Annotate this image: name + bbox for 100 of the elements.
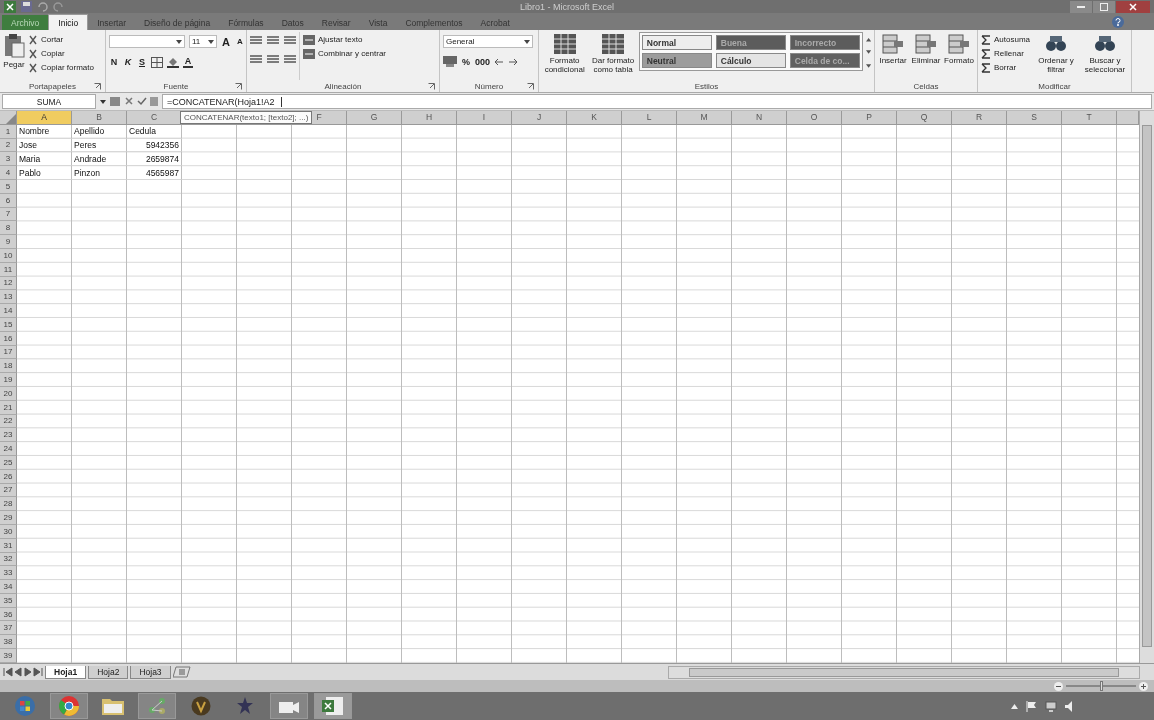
column-header[interactable]: J <box>512 111 567 125</box>
row-header[interactable]: 28 <box>0 497 17 512</box>
align-icon[interactable] <box>267 55 279 65</box>
zoom-out-icon[interactable] <box>1054 681 1063 691</box>
ribbon-button[interactable]: Autosuma <box>981 34 1031 45</box>
column-header[interactable]: H <box>402 111 457 125</box>
save-icon[interactable] <box>21 1 32 12</box>
row-header[interactable]: 3 <box>0 152 17 167</box>
column-header[interactable]: T <box>1062 111 1117 125</box>
cell-style-button[interactable]: Normal <box>641 35 712 50</box>
row-header[interactable]: 14 <box>0 304 17 318</box>
column-header[interactable]: N <box>732 111 787 125</box>
format-button[interactable]: K <box>123 57 133 67</box>
row-header[interactable]: 39 <box>0 649 17 663</box>
column-header[interactable]: M <box>677 111 732 125</box>
format-button[interactable]: N <box>109 57 119 67</box>
ribbon-button[interactable]: Rellenar <box>981 48 1031 59</box>
column-header[interactable]: O <box>787 111 842 125</box>
column-header[interactable]: K <box>567 111 622 125</box>
row-header[interactable]: 13 <box>0 290 17 305</box>
ribbon-tab[interactable]: Inicio <box>48 14 89 30</box>
font-size-button[interactable]: A <box>235 37 245 46</box>
ribbon-button[interactable]: Insertar <box>878 32 908 65</box>
ribbon-button[interactable]: Ajustar texto <box>303 34 387 45</box>
name-box[interactable]: SUMA <box>2 94 96 109</box>
column-header[interactable]: R <box>952 111 1007 125</box>
ribbon-button[interactable]: Formato <box>944 32 974 65</box>
ribbon-button[interactable]: Combinar y centrar <box>303 48 387 59</box>
camera-app-button[interactable] <box>270 693 308 719</box>
align-icon[interactable] <box>250 55 262 65</box>
cell-style-button[interactable]: Neutral <box>641 53 712 68</box>
paste-button[interactable]: Pegar <box>3 32 25 69</box>
row-header[interactable]: 29 <box>0 511 17 525</box>
ribbon-button[interactable]: Buscar y seleccionar <box>1082 32 1128 74</box>
ribbon-button[interactable]: Borrar <box>981 62 1031 73</box>
show-hidden-icon[interactable] <box>1011 703 1018 709</box>
network-icon[interactable] <box>1045 700 1057 712</box>
font-name-field[interactable] <box>109 35 185 48</box>
align-icon[interactable] <box>284 55 296 65</box>
number-format-button[interactable]: 000 <box>475 56 491 67</box>
row-header[interactable]: 8 <box>0 221 17 236</box>
row-header[interactable]: 33 <box>0 566 17 581</box>
browser-button[interactable] <box>50 693 88 719</box>
dialog-launcher-icon[interactable] <box>235 83 242 90</box>
column-header[interactable]: Q <box>897 111 952 125</box>
ribbon-button[interactable]: Formato condicional <box>542 32 588 74</box>
dialog-launcher-icon[interactable] <box>527 83 534 90</box>
row-header[interactable]: 24 <box>0 442 17 456</box>
align-icon[interactable] <box>250 36 262 46</box>
maximize-button[interactable] <box>1093 0 1115 13</box>
insert-sheet-icon[interactable] <box>172 666 191 678</box>
column-header[interactable]: L <box>622 111 677 125</box>
dialog-launcher-icon[interactable] <box>428 83 435 90</box>
ribbon-button[interactable]: Cortar <box>28 34 94 45</box>
zoom-in-icon[interactable] <box>1139 681 1148 691</box>
column-header[interactable]: I <box>457 111 512 125</box>
ribbon-button[interactable]: Copiar <box>28 48 94 59</box>
font-size-field[interactable]: 11 <box>189 35 217 48</box>
formula-field[interactable]: =CONCATENAR(Hoja1!A2 <box>162 94 1152 109</box>
row-header[interactable]: 18 <box>0 359 17 374</box>
spreadsheet-app-button[interactable] <box>314 693 352 719</box>
row-header[interactable]: 34 <box>0 580 17 594</box>
borders-icon[interactable] <box>151 56 163 68</box>
column-header[interactable]: S <box>1007 111 1062 125</box>
format-button[interactable]: S <box>137 57 147 67</box>
font-size-button[interactable]: A <box>221 35 231 48</box>
column-header[interactable]: C <box>127 111 182 125</box>
formula-buttons-icon[interactable] <box>110 96 158 107</box>
row-header[interactable]: 9 <box>0 235 17 249</box>
column-header[interactable]: G <box>347 111 402 125</box>
sheet-navigation-icon[interactable] <box>3 667 43 677</box>
ribbon-button[interactable]: Eliminar <box>911 32 941 65</box>
dialog-launcher-icon[interactable] <box>94 83 101 90</box>
minimize-button[interactable] <box>1070 0 1092 13</box>
ribbon-button[interactable]: Ordenar y filtrar <box>1033 32 1079 74</box>
align-icon[interactable] <box>284 36 296 46</box>
ribbon-button[interactable]: Dar formato como tabla <box>590 32 636 74</box>
font-color-button[interactable]: A <box>183 56 193 68</box>
number-format-field[interactable]: General <box>443 35 533 48</box>
row-header[interactable]: 4 <box>0 166 17 180</box>
slider-thumb[interactable] <box>1100 681 1103 691</box>
horizontal-scrollbar[interactable] <box>668 665 1140 679</box>
vertical-scrollbar[interactable] <box>1139 111 1154 663</box>
sheet-tab[interactable]: Hoja3 <box>130 665 171 679</box>
row-header[interactable]: 23 <box>0 428 17 443</box>
align-icon[interactable] <box>267 36 279 46</box>
column-header[interactable]: B <box>72 111 127 125</box>
row-header[interactable]: 19 <box>0 373 17 387</box>
sheet-tab[interactable]: Hoja2 <box>88 665 129 679</box>
flag-icon[interactable] <box>1026 700 1037 712</box>
dropdown-arrow-icon[interactable] <box>100 99 106 104</box>
ribbon-button[interactable]: Copiar formato <box>28 62 94 73</box>
close-button[interactable] <box>1116 0 1150 13</box>
column-header[interactable]: P <box>842 111 897 125</box>
row-header[interactable]: 38 <box>0 635 17 650</box>
column-header[interactable]: A <box>17 111 72 125</box>
sheet-tab[interactable]: Hoja1 <box>45 665 87 679</box>
speaker-icon[interactable] <box>1065 700 1074 712</box>
spreadsheet-icon[interactable] <box>4 0 16 13</box>
fill-color-icon[interactable] <box>167 56 179 68</box>
